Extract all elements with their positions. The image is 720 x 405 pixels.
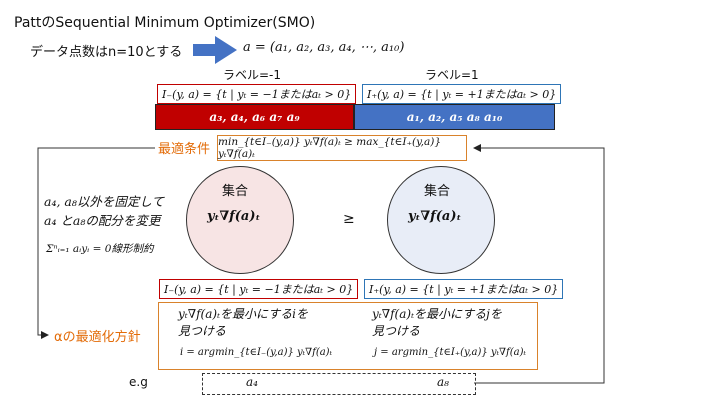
big-right-arrow [193, 36, 237, 64]
min-i-line-2: 見つける [178, 324, 227, 338]
bar-positive: a₁, a₂, a₅ a₈ a₁₀ [354, 104, 555, 130]
left-circle-expr: yₜ∇f(a)ₜ [207, 209, 261, 224]
label-negative: ラベル=-1 [223, 68, 282, 82]
fix-line-1: a₄, a₈以外を固定して [44, 194, 164, 209]
fix-description: a₄, a₈以外を固定して a₄ とa₈の配分を変更 [44, 192, 164, 230]
max-j-line-2: 見つける [372, 324, 421, 338]
example-label: e.g [129, 375, 148, 389]
set-negative-bottom: I₋(y, a) = {t | yₜ = −1またはaₜ > 0} [159, 279, 359, 299]
alpha-vector: a = (a₁, a₂, a₃, a₄, ⋯, a₁₀) [243, 40, 405, 55]
max-j-text: yₜ∇f(a)ₜを最小にするjを 見つける [372, 306, 502, 340]
left-circle-title: 集合 [222, 184, 249, 199]
label-positive: ラベル=1 [425, 68, 479, 82]
optimal-condition-box: min_{t∈I₋(y,a)} yₜ∇f(a)ₜ ≥ max_{t∈I₊(y,a… [217, 135, 467, 161]
optimal-condition-label: 最適条件 [158, 142, 211, 157]
example-box [202, 373, 476, 395]
page-title: PattのSequential Minimum Optimizer(SMO) [14, 15, 316, 31]
geq-sign: ≥ [343, 211, 355, 227]
bar-negative: a₃, a₄, a₆ a₇ a₉ [155, 104, 354, 130]
set-positive-bottom: I₊(y, a) = {t | yₜ = +1またはaₜ > 0} [364, 279, 564, 299]
min-i-text: yₜ∇f(a)ₜを最小にするiを 見つける [178, 306, 308, 340]
set-positive-top: I₊(y, a) = {t | yₜ = +1またはaₜ > 0} [362, 84, 562, 104]
linear-constraint: Σⁿᵢ₌₁ aᵢyᵢ = 0線形制約 [46, 243, 154, 255]
example-a4: a₄ [246, 375, 258, 389]
max-j-line-1: yₜ∇f(a)ₜを最小にするjを [372, 307, 502, 321]
fix-line-2: a₄ とa₈の配分を変更 [44, 213, 161, 228]
right-circle-title: 集合 [424, 184, 451, 199]
min-i-line-1: yₜ∇f(a)ₜを最小にするiを [178, 307, 308, 321]
j-formula: j = argmin_{t∈I₊(y,a)} yₜ∇f(a)ₜ [374, 347, 526, 358]
data-count-note: データ点数はn=10とする [30, 45, 183, 60]
right-circle-expr: yₜ∇f(a)ₜ [408, 209, 462, 224]
set-negative-top: I₋(y, a) = {t | yₜ = −1またはaₜ > 0} [157, 84, 357, 104]
example-a8: a₈ [437, 375, 449, 389]
optimal-condition-formula: min_{t∈I₋(y,a)} yₜ∇f(a)ₜ ≥ max_{t∈I₊(y,a… [218, 136, 442, 160]
policy-label: αの最適化方針 [54, 330, 141, 345]
i-formula: i = argmin_{t∈I₋(y,a)} yₜ∇f(a)ₜ [180, 347, 333, 358]
